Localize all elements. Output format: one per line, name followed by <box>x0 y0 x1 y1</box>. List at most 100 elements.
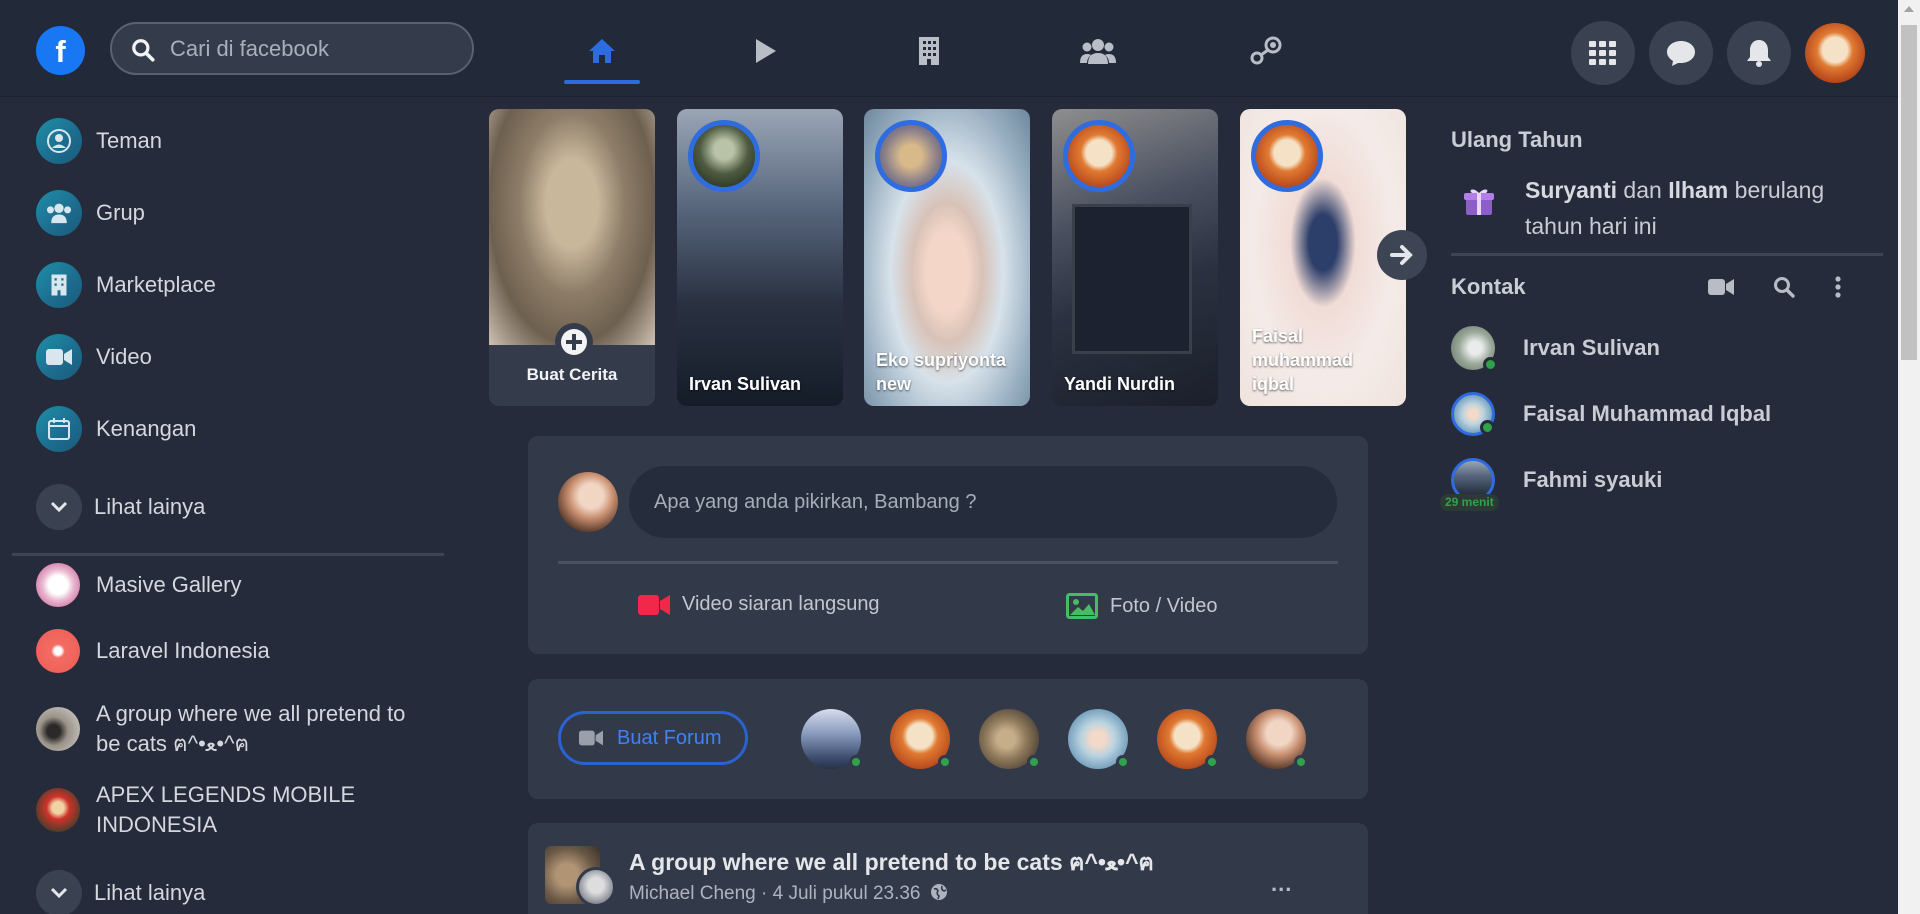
story-create[interactable]: Buat Cerita <box>489 109 655 406</box>
composer-avatar <box>558 472 618 532</box>
stories-next-button[interactable] <box>1377 230 1427 280</box>
story-avatar <box>1251 120 1323 192</box>
online-indicator <box>1294 755 1308 769</box>
post-options-button[interactable]: ... <box>1271 871 1292 897</box>
video-camera-icon <box>638 594 670 615</box>
see-more-button[interactable]: Lihat lainya <box>36 484 205 530</box>
story-photo-screen <box>1072 204 1192 354</box>
online-indicator <box>1205 755 1219 769</box>
chevron-down-icon <box>36 484 82 530</box>
group-avatar <box>36 707 80 751</box>
photo-icon <box>1066 593 1098 619</box>
group-shortcut[interactable]: A group where we all pretend to be cats … <box>36 699 436 759</box>
nav-marketplace-tab[interactable] <box>891 20 967 82</box>
last-active-badge: 29 menit <box>1440 494 1499 511</box>
group-shortcut[interactable]: APEX LEGENDS MOBILE INDONESIA <box>36 780 436 840</box>
group-shortcut[interactable]: Masive Gallery <box>36 563 241 607</box>
online-indicator <box>1116 755 1130 769</box>
add-story-button[interactable] <box>555 323 593 361</box>
birthday-name[interactable]: Suryanti <box>1525 177 1617 203</box>
story-name: Buat Cerita <box>526 365 618 384</box>
gift-icon <box>1464 189 1494 215</box>
contact-item[interactable]: Faisal Muhammad Iqbal <box>1451 392 1771 436</box>
group-label: A group where we all pretend to be cats … <box>96 701 406 756</box>
post-composer: Apa yang anda pikirkan, Bambang ? Video … <box>528 436 1368 654</box>
sidebar-item-label: Grup <box>96 200 145 225</box>
contact-name: Faisal Muhammad Iqbal <box>1523 401 1772 426</box>
sidebar-item-kenangan[interactable]: Kenangan <box>36 406 196 452</box>
scrollbar-thumb[interactable] <box>1901 25 1917 360</box>
contact-name: Fahmi syauki <box>1523 467 1663 492</box>
group-icon <box>1080 39 1116 64</box>
friend-avatar[interactable] <box>1068 709 1130 769</box>
play-icon <box>756 39 776 63</box>
friend-avatar[interactable] <box>1157 709 1219 769</box>
sidebar-item-marketplace[interactable]: Marketplace <box>36 262 216 308</box>
top-navbar: f <box>0 0 1898 97</box>
online-indicator <box>1027 755 1041 769</box>
story-name: Yandi Nurdin <box>1064 374 1176 394</box>
friend-avatar[interactable] <box>890 709 952 769</box>
live-video-label: Video siaran langsung <box>682 593 880 615</box>
create-forum-button[interactable]: Buat Forum <box>558 711 748 765</box>
video-icon <box>36 334 82 380</box>
story-card[interactable]: Eko supriyonta new <box>864 109 1030 406</box>
poster-avatar[interactable] <box>576 867 616 907</box>
search-contacts-icon[interactable] <box>1772 275 1796 299</box>
search-box[interactable] <box>110 22 474 75</box>
marketplace-icon <box>36 262 82 308</box>
gamepad-icon <box>1250 36 1282 65</box>
sidebar-item-label: Marketplace <box>96 272 216 297</box>
nav-groups-tab[interactable] <box>1060 20 1136 82</box>
birthday-conjunction: dan <box>1623 177 1662 203</box>
story-avatar <box>875 120 947 192</box>
contact-avatar <box>1451 326 1498 372</box>
story-avatar <box>1063 120 1135 192</box>
home-icon <box>589 39 615 63</box>
story-card[interactable]: Irvan Sulivan <box>677 109 843 406</box>
see-more-button[interactable]: Lihat lainya <box>36 870 205 914</box>
contact-name: Irvan Sulivan <box>1523 335 1660 360</box>
facebook-logo[interactable]: f <box>36 26 85 75</box>
contact-item[interactable]: Irvan Sulivan <box>1451 326 1660 372</box>
video-call-icon[interactable] <box>1708 277 1734 297</box>
photo-video-button[interactable]: Foto / Video <box>1066 593 1217 619</box>
contacts-heading: Kontak <box>1451 274 1526 299</box>
scroll-up-arrow-icon[interactable] <box>1904 6 1914 12</box>
group-icon <box>36 190 82 236</box>
friend-avatar[interactable] <box>1246 709 1308 769</box>
search-icon <box>132 39 155 62</box>
nav-gaming-tab[interactable] <box>1228 20 1304 82</box>
profile-avatar[interactable] <box>1805 23 1865 83</box>
live-video-button[interactable]: Video siaran langsung <box>638 593 880 616</box>
group-shortcut[interactable]: Laravel Indonesia <box>36 629 270 673</box>
friend-avatar[interactable] <box>979 709 1041 769</box>
notifications-button[interactable] <box>1727 21 1791 85</box>
story-card[interactable]: Yandi Nurdin <box>1052 109 1218 406</box>
sidebar-item-grup[interactable]: Grup <box>36 190 145 236</box>
bell-icon <box>1747 40 1771 67</box>
search-input[interactable] <box>170 36 460 62</box>
create-forum-label: Buat Forum <box>617 726 722 749</box>
sidebar-item-video[interactable]: Video <box>36 334 152 380</box>
birthday-text[interactable]: Suryanti dan Ilham berulang tahun hari i… <box>1525 172 1865 244</box>
online-indicator <box>849 755 863 769</box>
friend-avatar[interactable] <box>801 709 863 769</box>
post-meta: Michael Cheng · 4 Juli pukul 23.36 <box>629 883 948 905</box>
group-label: APEX LEGENDS MOBILE INDONESIA <box>96 782 356 837</box>
nav-video-tab[interactable] <box>727 20 803 82</box>
composer-input[interactable]: Apa yang anda pikirkan, Bambang ? <box>629 466 1337 538</box>
menu-button[interactable] <box>1571 21 1635 85</box>
more-options-icon[interactable] <box>1834 276 1842 298</box>
sidebar-item-label: Video <box>96 344 152 369</box>
story-create-photo <box>489 109 655 345</box>
group-avatar <box>36 788 80 832</box>
grid-icon <box>1589 41 1616 65</box>
birthday-name[interactable]: Ilham <box>1668 177 1728 203</box>
messenger-button[interactable] <box>1649 21 1713 85</box>
nav-home-tab[interactable] <box>564 20 640 84</box>
post-group-title[interactable]: A group where we all pretend to be cats … <box>629 845 1154 881</box>
sidebar-item-teman[interactable]: Teman <box>36 118 162 164</box>
sidebar-item-label: Teman <box>96 128 163 153</box>
chevron-down-icon <box>36 870 82 914</box>
